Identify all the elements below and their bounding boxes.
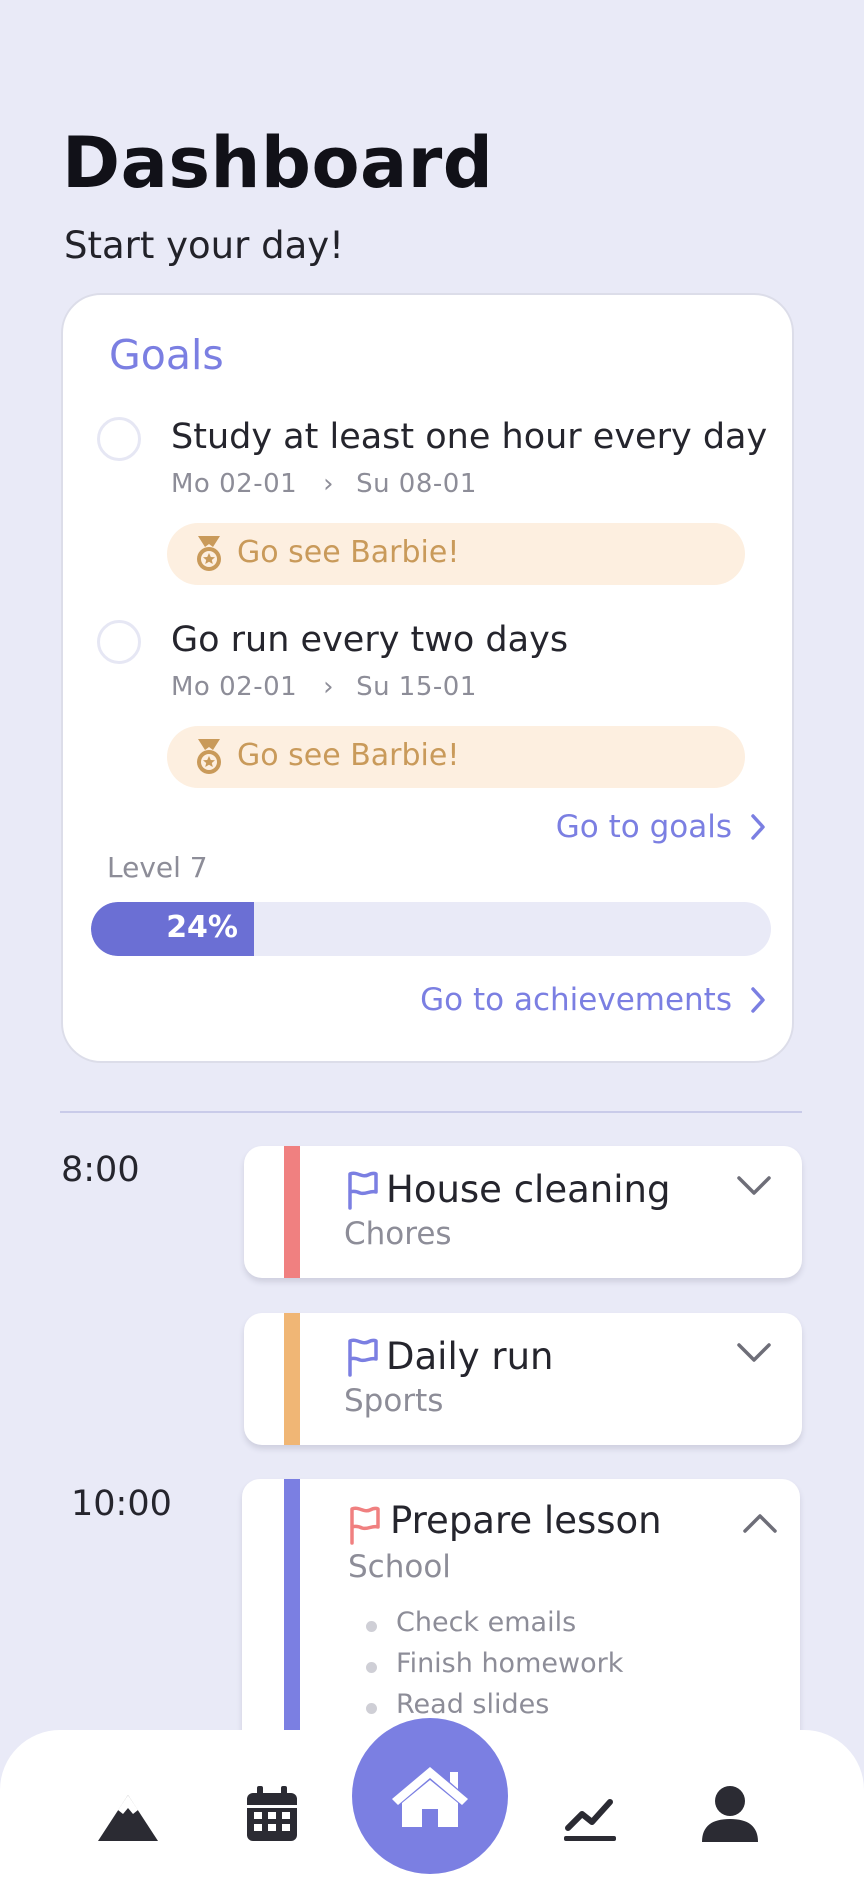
subtask-list: Check emails Finish homework Read slides (366, 1607, 623, 1730)
task-title: Daily run (386, 1335, 554, 1378)
go-to-goals-label: Go to goals (555, 809, 732, 845)
goal-dates: Mo 02-01 › Su 08-01 (171, 469, 477, 499)
nav-chart[interactable] (550, 1778, 630, 1858)
section-divider (60, 1111, 802, 1113)
go-to-achievements-label: Go to achievements (420, 982, 732, 1018)
goal-dates: Mo 02-01 › Su 15-01 (171, 672, 477, 702)
nav-home[interactable] (352, 1718, 508, 1874)
goal-start-date: Mo 02-01 (171, 672, 298, 702)
task-category: Sports (344, 1383, 444, 1419)
subtask-item[interactable]: Check emails (366, 1607, 623, 1648)
page-subtitle: Start your day! (64, 224, 344, 267)
task-title: Prepare lesson (390, 1499, 662, 1542)
chart-icon (564, 1799, 616, 1841)
chevron-right-icon (751, 987, 765, 1013)
user-icon (702, 1786, 758, 1842)
chevron-down-icon[interactable] (736, 1174, 772, 1198)
goal-checkbox[interactable] (97, 620, 141, 664)
goal-end-date: Su 15-01 (356, 672, 477, 702)
level-progress-bar: 24% (91, 902, 771, 956)
mountain-icon (98, 1795, 158, 1841)
goal-text: Study at least one hour every day (171, 417, 768, 457)
level-progress-label: 24% (166, 910, 238, 945)
subtask-item[interactable]: Finish homework (366, 1648, 623, 1689)
chevron-right-icon (751, 814, 765, 840)
medal-icon (197, 739, 221, 774)
goal-start-date: Mo 02-01 (171, 469, 298, 499)
bottom-nav (0, 1718, 864, 1882)
reward-label: Go see Barbie! (237, 738, 460, 773)
task-color-stripe (284, 1146, 300, 1278)
goal-reward-badge: Go see Barbie! (167, 523, 745, 585)
goal-checkbox[interactable] (97, 417, 141, 461)
goals-card: Goals Study at least one hour every day … (61, 293, 794, 1063)
go-to-achievements-link[interactable]: Go to achievements (420, 982, 766, 1018)
time-label: 8:00 (61, 1150, 140, 1190)
medal-icon (197, 536, 221, 571)
task-card[interactable]: Daily run Sports (244, 1313, 802, 1445)
goal-end-date: Su 08-01 (356, 469, 477, 499)
chevron-up-icon[interactable] (742, 1511, 778, 1535)
nav-calendar[interactable] (232, 1774, 312, 1854)
goal-text: Go run every two days (171, 620, 569, 660)
time-label: 10:00 (71, 1484, 172, 1524)
go-to-goals-link[interactable]: Go to goals (556, 809, 766, 845)
calendar-icon (247, 1786, 297, 1841)
chevron-right-icon: › (323, 672, 335, 702)
home-icon (392, 1767, 468, 1827)
goals-title: Goals (109, 331, 224, 379)
flag-icon (350, 1506, 380, 1545)
reward-label: Go see Barbie! (237, 535, 460, 570)
page-title: Dashboard (62, 122, 494, 204)
chevron-down-icon[interactable] (736, 1341, 772, 1365)
goal-reward-badge: Go see Barbie! (167, 726, 745, 788)
flag-icon (348, 1171, 378, 1210)
chevron-right-icon: › (323, 469, 335, 499)
task-color-stripe (284, 1313, 300, 1445)
task-category: School (348, 1549, 451, 1585)
task-card[interactable]: House cleaning Chores (244, 1146, 802, 1278)
flag-icon (348, 1338, 378, 1377)
level-label: Level 7 (107, 851, 208, 884)
nav-mountain[interactable] (88, 1778, 168, 1858)
nav-profile[interactable] (690, 1774, 770, 1854)
task-category: Chores (344, 1216, 452, 1252)
task-title: House cleaning (386, 1168, 671, 1211)
